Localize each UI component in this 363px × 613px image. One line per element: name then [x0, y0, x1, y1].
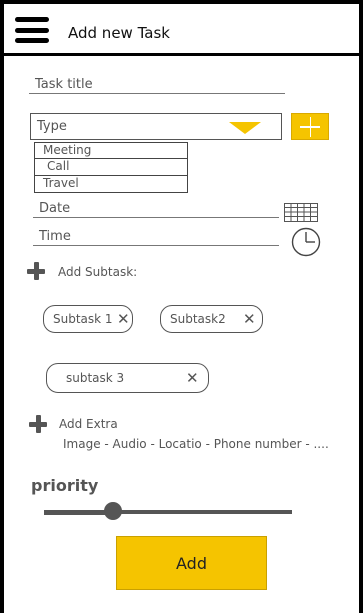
subtask-chip[interactable]: Subtask2 ✕ [160, 305, 263, 333]
remove-subtask-icon[interactable]: ✕ [186, 369, 199, 387]
add-button[interactable]: Add [116, 536, 267, 590]
subtask-label: Subtask 1 [53, 312, 113, 326]
time-placeholder: Time [39, 229, 71, 244]
subtask-chip[interactable]: Subtask 1 ✕ [43, 305, 133, 333]
add-extra-icon[interactable] [29, 415, 47, 433]
remove-subtask-icon[interactable]: ✕ [117, 310, 130, 328]
task-title-input[interactable]: Task title [29, 77, 285, 94]
priority-slider-fill [44, 510, 114, 515]
type-option-travel[interactable]: Travel [34, 176, 188, 193]
calendar-icon[interactable] [284, 203, 318, 222]
page-title: Add new Task [68, 24, 170, 42]
add-extra-label[interactable]: Add Extra [59, 417, 118, 431]
hamburger-menu-icon[interactable] [15, 17, 49, 43]
type-option-meeting[interactable]: Meeting [34, 142, 188, 159]
subtask-label: subtask 3 [66, 371, 125, 385]
type-option-call[interactable]: Call [34, 159, 188, 176]
clock-icon[interactable] [291, 227, 321, 257]
time-input[interactable]: Time [33, 229, 279, 246]
subtask-chip[interactable]: subtask 3 ✕ [46, 363, 209, 393]
date-input[interactable]: Date [33, 201, 279, 218]
add-type-button[interactable] [291, 113, 329, 140]
priority-label: priority [31, 476, 99, 495]
add-subtask-label[interactable]: Add Subtask: [58, 265, 137, 279]
task-title-placeholder: Task title [35, 77, 93, 92]
type-select[interactable]: Type [30, 113, 282, 140]
type-select-value: Type [37, 119, 67, 134]
app-header: Add new Task [4, 4, 359, 56]
type-options-list: Meeting Call Travel [34, 142, 188, 193]
add-subtask-icon[interactable] [27, 262, 45, 280]
dropdown-caret-icon[interactable] [229, 122, 261, 134]
date-placeholder: Date [39, 201, 71, 216]
extra-options-list[interactable]: Image - Audio - Locatio - Phone number -… [63, 437, 329, 451]
remove-subtask-icon[interactable]: ✕ [243, 310, 256, 328]
subtask-label: Subtask2 [170, 312, 226, 326]
